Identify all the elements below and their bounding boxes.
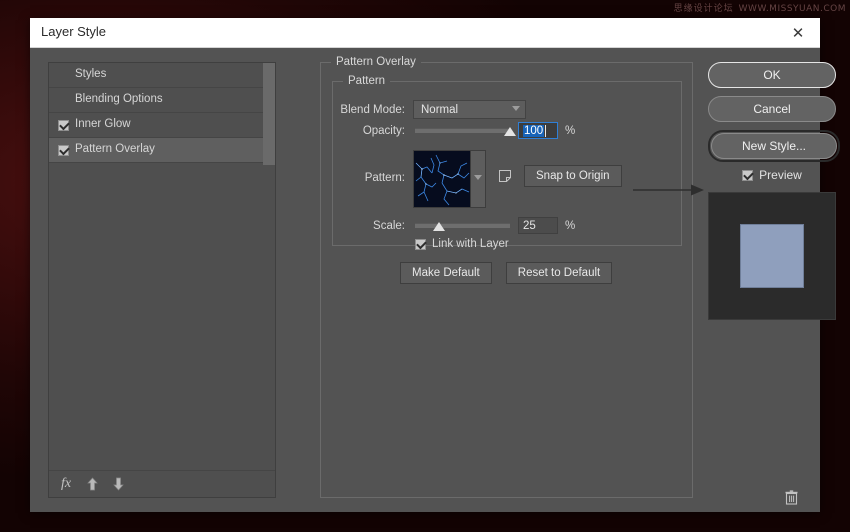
default-buttons: Make Default Reset to Default	[400, 262, 612, 284]
blending-no-checkbox	[58, 95, 69, 106]
sidebar-item-label: Blending Options	[75, 94, 163, 106]
cancel-button[interactable]: Cancel	[708, 96, 836, 122]
pattern-overlay-checkbox[interactable]	[58, 145, 69, 156]
sidebar-item-styles[interactable]: Styles	[49, 63, 275, 88]
link-with-layer-row: Link with Layer	[415, 238, 509, 250]
opacity-input[interactable]: 100	[518, 122, 558, 139]
snap-to-origin-button[interactable]: Snap to Origin	[524, 165, 622, 187]
arrow-right-annotation	[633, 184, 705, 196]
dialog-actions: OK Cancel New Style... Preview	[708, 62, 836, 320]
new-style-focus-ring: New Style...	[708, 130, 840, 162]
sidebar-item-inner-glow[interactable]: Inner Glow	[49, 113, 275, 138]
opacity-unit: %	[565, 125, 575, 137]
sidebar-item-label: Pattern Overlay	[75, 144, 155, 156]
dialog-title: Layer Style	[41, 24, 106, 39]
scale-label: Scale:	[320, 220, 405, 232]
blend-mode-row: Blend Mode: Normal	[320, 100, 526, 119]
trash-icon[interactable]	[727, 485, 850, 509]
inner-glow-checkbox[interactable]	[58, 120, 69, 131]
link-with-layer-label: Link with Layer	[432, 238, 509, 250]
opacity-slider-knob[interactable]	[504, 127, 516, 136]
pattern-swatch-control	[413, 150, 486, 208]
scale-input[interactable]: 25	[518, 217, 558, 234]
styles-toolbar: fx	[49, 470, 275, 497]
new-pattern-icon[interactable]	[498, 169, 512, 183]
ok-button[interactable]: OK	[708, 62, 836, 88]
styles-list: Styles Blending Options Inner Glow Patte…	[49, 63, 275, 163]
watermark-cn-text: 思缘设计论坛	[674, 4, 734, 14]
opacity-label: Opacity:	[320, 125, 405, 137]
dialog-titlebar: Layer Style ✕	[30, 18, 820, 48]
sidebar-item-label: Inner Glow	[75, 119, 131, 131]
sidebar-item-pattern-overlay[interactable]: Pattern Overlay	[49, 138, 275, 163]
pattern-row: Pattern:	[320, 150, 622, 208]
scale-unit: %	[565, 220, 575, 232]
scale-row: Scale: 25 %	[320, 217, 575, 234]
text-caret	[545, 125, 546, 137]
scale-slider-track	[415, 223, 510, 228]
make-default-button[interactable]: Make Default	[400, 262, 492, 284]
arrow-up-icon[interactable]	[79, 472, 105, 496]
styles-panel: Styles Blending Options Inner Glow Patte…	[48, 62, 276, 498]
preview-swatch	[740, 224, 804, 288]
arrow-down-icon[interactable]	[105, 472, 131, 496]
chevron-down-icon	[474, 175, 482, 180]
styles-no-checkbox	[58, 70, 69, 81]
preview-label: Preview	[759, 168, 802, 182]
scale-slider[interactable]	[415, 219, 510, 233]
blend-mode-select[interactable]: Normal	[413, 100, 526, 119]
blend-mode-label: Blend Mode:	[320, 104, 405, 116]
opacity-row: Opacity: 100 %	[320, 122, 575, 139]
pattern-picker-dropdown[interactable]	[470, 151, 485, 207]
watermark-url-text: WWW.MISSYUAN.COM	[739, 4, 846, 14]
opacity-slider-track	[415, 128, 510, 133]
opacity-slider[interactable]	[415, 124, 510, 138]
sidebar-item-blending-options[interactable]: Blending Options	[49, 88, 275, 113]
preview-checkbox[interactable]	[742, 170, 753, 181]
preview-thumbnail	[708, 192, 836, 320]
sidebar-item-label: Styles	[75, 69, 106, 81]
styles-list-scrollbar[interactable]	[263, 63, 275, 165]
fx-icon[interactable]: fx	[53, 472, 79, 496]
screen-root: 思缘设计论坛 WWW.MISSYUAN.COM Layer Style ✕ Sty…	[0, 0, 850, 532]
preview-row: Preview	[708, 168, 836, 182]
layer-style-dialog: Layer Style ✕ Styles Blending Options	[30, 18, 820, 511]
reset-to-default-button[interactable]: Reset to Default	[506, 262, 612, 284]
pattern-overlay-panel: Pattern Overlay Pattern Blend Mode: Norm…	[320, 62, 693, 498]
link-with-layer-checkbox[interactable]	[415, 239, 426, 250]
pattern-overlay-group-title: Pattern Overlay	[331, 56, 421, 68]
pattern-label: Pattern:	[320, 150, 405, 184]
new-style-button[interactable]: New Style...	[711, 133, 837, 159]
blue-crack-texture-swatch[interactable]	[414, 151, 470, 207]
opacity-value: 100	[523, 125, 544, 137]
pattern-group-title: Pattern	[343, 75, 390, 87]
blend-mode-value: Normal	[421, 104, 458, 116]
fx-label: fx	[61, 476, 71, 492]
close-icon[interactable]: ✕	[776, 18, 820, 47]
chevron-down-icon	[512, 106, 520, 111]
watermark: 思缘设计论坛 WWW.MISSYUAN.COM	[674, 1, 846, 14]
scale-slider-knob[interactable]	[433, 222, 445, 231]
dialog-body: Styles Blending Options Inner Glow Patte…	[30, 48, 820, 512]
scale-value: 25	[523, 220, 536, 232]
